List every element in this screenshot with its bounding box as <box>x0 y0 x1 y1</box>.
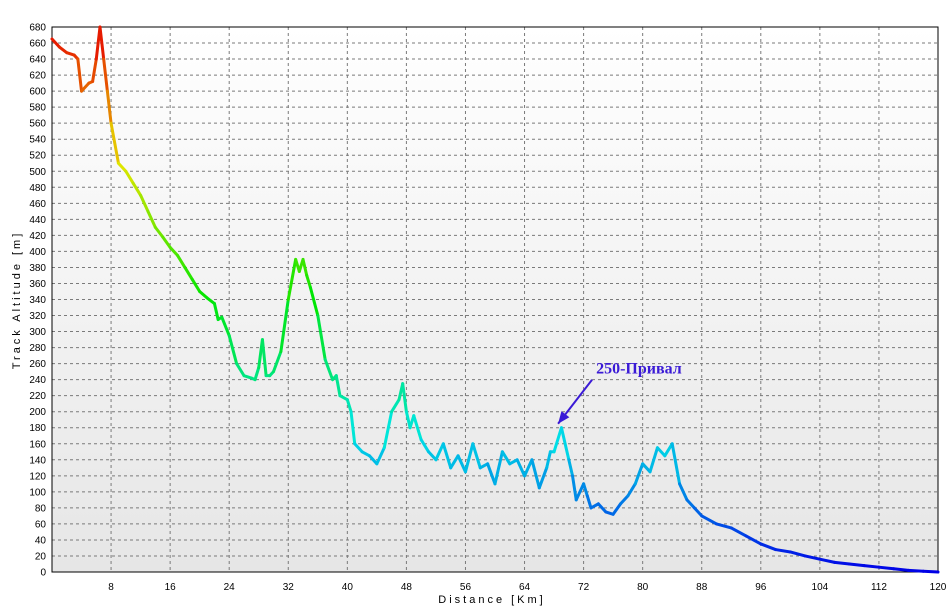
y-tick-label: 680 <box>29 23 46 34</box>
y-tick-label: 660 <box>29 39 46 50</box>
series-segment <box>892 567 910 572</box>
y-tick-label: 560 <box>29 119 46 130</box>
y-tick-label: 40 <box>35 535 47 546</box>
x-axis-ticks: 8 16 24 32 40 48 56 64 72 80 88 96 104 112 120 <box>108 582 946 593</box>
x-tick-label: 40 <box>342 582 354 593</box>
series-segment <box>847 562 866 568</box>
series-segment <box>877 565 896 571</box>
series-segment <box>862 564 881 569</box>
x-tick-label: 48 <box>401 582 413 593</box>
y-tick-label: 140 <box>29 455 46 466</box>
x-tick-label: 56 <box>460 582 472 593</box>
x-tick-label: 88 <box>696 582 708 593</box>
y-tick-label: 280 <box>29 343 46 354</box>
x-tick-label: 120 <box>930 582 946 593</box>
y-tick-label: 260 <box>29 359 46 370</box>
x-tick-label: 72 <box>578 582 590 593</box>
series-segment <box>906 568 925 573</box>
y-tick-label: 580 <box>29 103 46 114</box>
x-tick-label: 104 <box>812 582 829 593</box>
series-segment <box>833 560 851 566</box>
x-tick-label: 112 <box>871 582 887 593</box>
x-tick-label: 32 <box>283 582 295 593</box>
y-tick-label: 380 <box>29 263 46 274</box>
y-tick-label: 600 <box>29 87 46 98</box>
y-tick-label: 100 <box>29 487 46 498</box>
y-tick-label: 60 <box>35 519 47 530</box>
x-tick-label: 8 <box>108 582 114 593</box>
y-tick-label: 340 <box>29 295 46 306</box>
y-tick-label: 320 <box>29 311 46 322</box>
y-tick-label: 160 <box>29 439 46 450</box>
x-axis-label: Distance [Km] <box>438 594 545 606</box>
y-tick-label: 640 <box>29 55 46 66</box>
x-tick-label: 80 <box>637 582 649 593</box>
y-tick-label: 520 <box>29 151 46 162</box>
x-tick-label: 64 <box>519 582 531 593</box>
y-tick-label: 440 <box>29 215 46 226</box>
y-tick-label: 540 <box>29 135 46 146</box>
y-tick-label: 460 <box>29 199 46 210</box>
y-tick-label: 360 <box>29 279 46 290</box>
y-tick-label: 120 <box>29 471 46 482</box>
y-tick-label: 240 <box>29 375 46 386</box>
y-tick-label: 420 <box>29 231 46 242</box>
y-tick-label: 180 <box>29 423 46 434</box>
x-tick-label: 96 <box>755 582 767 593</box>
x-tick-label: 16 <box>165 582 177 593</box>
y-axis-label: Track Altitude [m] <box>11 231 23 370</box>
x-tick-label: 24 <box>224 582 236 593</box>
y-tick-label: 220 <box>29 391 46 402</box>
y-tick-label: 480 <box>29 183 46 194</box>
altitude-chart: 0 20 40 60 80 100 120 140 160 180 200 220 240 260 280 3… <box>11 23 946 607</box>
y-tick-label: 620 <box>29 71 46 82</box>
y-axis-ticks: 0 20 40 60 80 100 120 140 160 180 200 220 240 260 280 3… <box>29 23 46 579</box>
y-tick-label: 500 <box>29 167 46 178</box>
y-tick-label: 20 <box>35 551 47 562</box>
y-tick-label: 200 <box>29 407 46 418</box>
series-segment <box>921 569 940 574</box>
y-tick-label: 0 <box>40 568 46 579</box>
y-tick-label: 300 <box>29 327 46 338</box>
annotation-label: 250-Привал <box>596 361 682 378</box>
y-tick-label: 400 <box>29 247 46 258</box>
y-tick-label: 80 <box>35 503 47 514</box>
